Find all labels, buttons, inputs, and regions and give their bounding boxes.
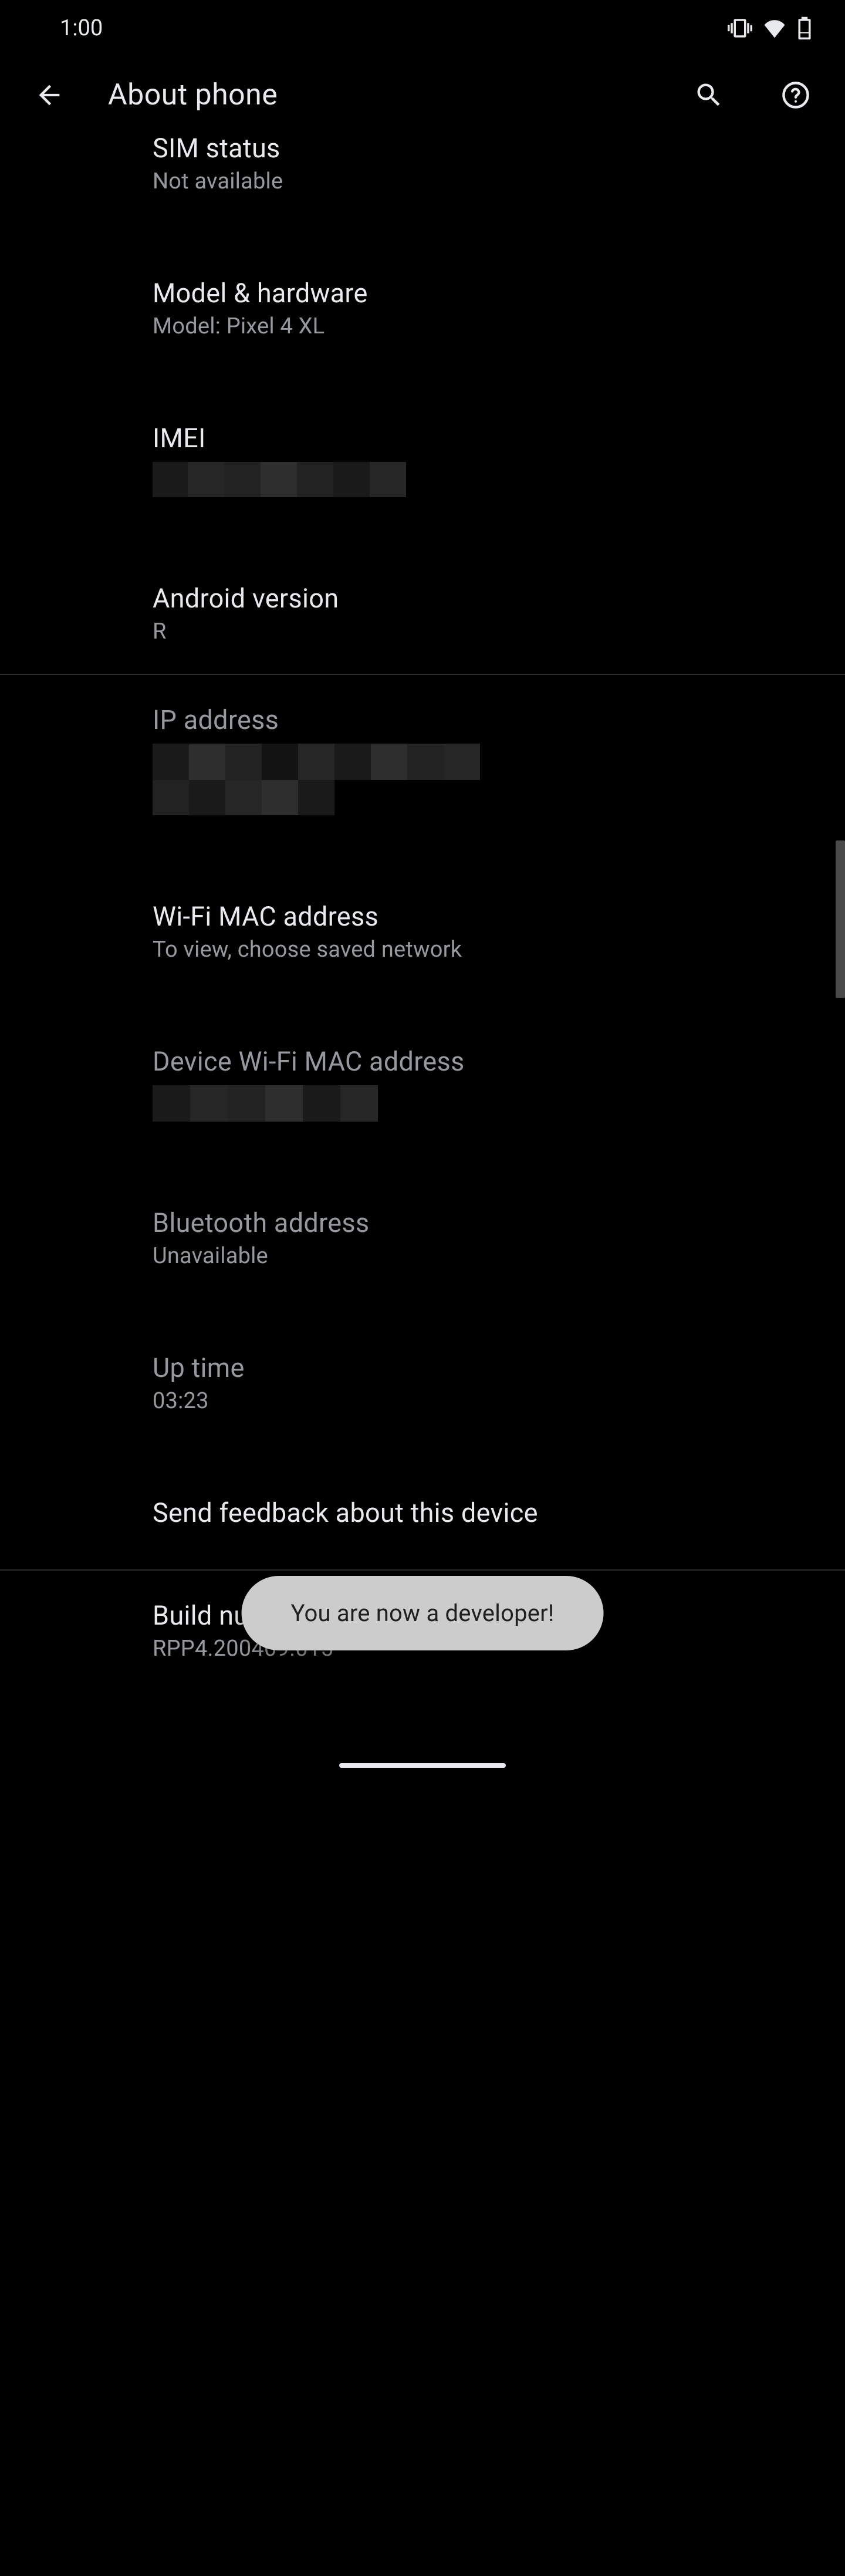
redacted-value	[153, 1085, 378, 1122]
clock-time: 1:00	[60, 15, 103, 41]
setting-title: IMEI	[153, 423, 822, 454]
setting-title: Up time	[153, 1352, 822, 1383]
redacted-value	[153, 462, 406, 497]
setting-ip-address: IP address	[0, 682, 845, 840]
setting-title: Bluetooth address	[153, 1207, 822, 1238]
toast-text: You are now a developer!	[291, 1599, 555, 1627]
battery-icon	[797, 16, 812, 40]
redacted-value	[153, 744, 480, 815]
setting-value: Not available	[153, 168, 822, 194]
setting-title: Wi-Fi MAC address	[153, 901, 822, 932]
empty-region	[0, 1684, 845, 2576]
vibrate-icon	[728, 16, 752, 40]
setting-sim-status[interactable]: SIM status Not available	[0, 110, 845, 217]
setting-value: To view, choose saved network	[153, 937, 822, 963]
toast-message: You are now a developer!	[242, 1576, 604, 1650]
help-icon	[780, 80, 811, 110]
setting-android-version[interactable]: Android version R	[0, 561, 845, 667]
setting-title: SIM status	[153, 133, 822, 164]
wifi-icon	[762, 15, 787, 41]
setting-up-time: Up time 03:23	[0, 1330, 845, 1436]
setting-title: Send feedback about this device	[153, 1497, 822, 1528]
divider	[0, 1569, 845, 1571]
page-title: About phone	[108, 78, 650, 112]
setting-title: Model & hardware	[153, 278, 822, 309]
setting-title: IP address	[153, 704, 822, 735]
setting-device-wifi-mac: Device Wi-Fi MAC address	[0, 1024, 845, 1146]
divider	[0, 674, 845, 675]
search-icon	[694, 80, 724, 110]
setting-value: Model: Pixel 4 XL	[153, 313, 822, 339]
settings-list: SIM status Not available Model & hardwar…	[0, 110, 845, 1684]
scrollbar-thumb[interactable]	[836, 840, 845, 998]
setting-value: 03:23	[153, 1388, 822, 1414]
setting-value: Unavailable	[153, 1243, 822, 1269]
setting-value: R	[153, 619, 822, 644]
gesture-nav-bar[interactable]	[339, 1763, 506, 1768]
setting-model-hardware[interactable]: Model & hardware Model: Pixel 4 XL	[0, 255, 845, 362]
setting-wifi-mac[interactable]: Wi-Fi MAC address To view, choose saved …	[0, 879, 845, 985]
status-icons	[728, 15, 812, 41]
status-bar: 1:00	[0, 0, 845, 56]
back-arrow-icon	[34, 80, 65, 110]
setting-send-feedback[interactable]: Send feedback about this device	[0, 1475, 845, 1562]
setting-imei[interactable]: IMEI	[0, 400, 845, 522]
setting-title: Android version	[153, 583, 822, 614]
setting-bluetooth-address: Bluetooth address Unavailable	[0, 1185, 845, 1291]
setting-title: Device Wi-Fi MAC address	[153, 1046, 822, 1077]
